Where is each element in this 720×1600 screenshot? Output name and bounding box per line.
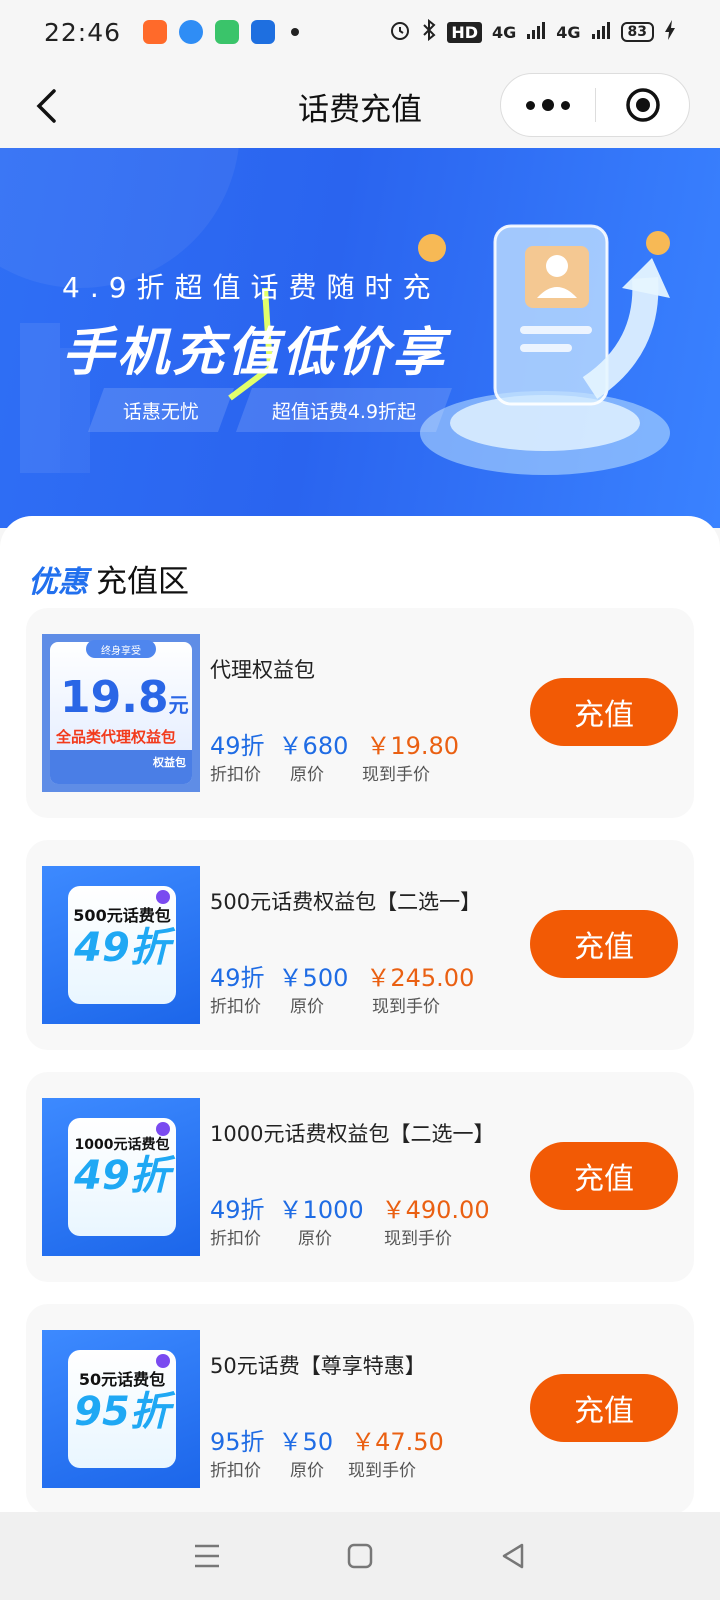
network-label: 4G <box>556 22 581 42</box>
status-time: 22:46 <box>44 17 122 47</box>
battery-level: 83 <box>620 22 654 42</box>
close-mini-program-button[interactable] <box>596 74 689 136</box>
original-price: ￥680 <box>278 732 349 760</box>
home-button[interactable] <box>340 1536 380 1576</box>
banner-tag: 超值话费4.9折起 <box>235 388 453 432</box>
price-row: 49折 ￥680 ￥19.80 <box>210 726 459 761</box>
final-price: ￥490.00 <box>381 1196 490 1224</box>
price-row: 95折 ￥50 ￥47.50 <box>210 1422 444 1457</box>
original-price: ￥500 <box>278 964 349 992</box>
system-back-button[interactable] <box>493 1536 533 1576</box>
notification-app-icon <box>143 20 168 44</box>
banner-tag: 话惠无忧 <box>87 388 235 432</box>
bluetooth-icon <box>421 18 437 45</box>
original-price: ￥1000 <box>278 1196 364 1224</box>
navigation-bar: 话费充值 <box>0 64 720 148</box>
status-bar: 22:46 HD 4G 4G 83 <box>0 0 720 64</box>
verified-badge-icon <box>156 1122 170 1136</box>
signal-icon <box>526 20 546 44</box>
verified-badge-icon <box>156 890 170 904</box>
verified-badge-icon <box>156 1354 170 1368</box>
recharge-button[interactable]: 充值 <box>530 1374 678 1442</box>
notification-app-icon <box>215 20 240 44</box>
discount-rate: 49折 <box>210 732 265 760</box>
more-notifications-dot-icon <box>291 28 300 36</box>
page-title: 话费充值 <box>298 91 422 128</box>
price-row: 49折 ￥1000 ￥490.00 <box>210 1190 490 1225</box>
original-price: ￥50 <box>278 1428 334 1456</box>
product-thumbnail: 500元话费包 49折 <box>42 866 200 1024</box>
product-thumbnail: 终身享受 19.8元 全品类代理权益包 权益包 <box>42 634 200 792</box>
recharge-section: 优惠 充值区 终身享受 19.8元 全品类代理权益包 权益包 代理权益包 49折… <box>0 516 720 1516</box>
promo-banner[interactable]: 4.9折超值话费随时充 手机充值低价享 话惠无忧 超值话费4.9折起 <box>0 148 720 528</box>
signal-icon <box>591 20 611 44</box>
price-row: 49折 ￥500 ￥245.00 <box>210 958 474 993</box>
discount-rate: 49折 <box>210 1196 265 1224</box>
recharge-button[interactable]: 充值 <box>530 910 678 978</box>
section-title: 优惠 充值区 <box>28 556 189 601</box>
product-name: 50元话费【尊享特惠】 <box>210 1354 426 1378</box>
final-price: ￥19.80 <box>366 732 460 760</box>
home-square-icon <box>347 1543 373 1569</box>
discount-rate: 49折 <box>210 964 265 992</box>
back-button[interactable] <box>26 86 66 126</box>
product-card[interactable]: 1000元话费包 49折 1000元话费权益包【二选一】 49折 ￥1000 ￥… <box>26 1072 694 1282</box>
hd-badge: HD <box>447 21 482 43</box>
menu-button[interactable] <box>187 1536 227 1576</box>
mini-program-capsule <box>500 73 690 137</box>
more-menu-button[interactable] <box>501 74 595 136</box>
system-navigation-bar <box>0 1512 720 1600</box>
charging-icon <box>664 19 676 45</box>
product-thumbnail: 1000元话费包 49折 <box>42 1098 200 1256</box>
recharge-button[interactable]: 充值 <box>530 1142 678 1210</box>
product-name: 500元话费权益包【二选一】 <box>210 890 482 914</box>
product-name: 代理权益包 <box>210 658 315 682</box>
final-price: ￥47.50 <box>351 1428 444 1456</box>
product-card[interactable]: 50元话费包 95折 50元话费【尊享特惠】 95折 ￥50 ￥47.50 折扣… <box>26 1304 694 1514</box>
final-price: ￥245.00 <box>366 964 475 992</box>
alarm-icon <box>389 19 411 45</box>
notification-app-icon <box>251 20 276 44</box>
recharge-button[interactable]: 充值 <box>530 678 678 746</box>
section-heading: 充值区 <box>96 564 189 600</box>
banner-headline: 手机充值低价享 <box>62 323 448 383</box>
product-name: 1000元话费权益包【二选一】 <box>210 1122 495 1146</box>
banner-subtitle: 4.9折超值话费随时充 <box>62 271 441 304</box>
notification-app-icon <box>179 20 204 44</box>
menu-icon <box>194 1544 219 1568</box>
more-dots-icon <box>526 100 535 110</box>
discount-rate: 95折 <box>210 1428 265 1456</box>
section-accent: 优惠 <box>28 565 88 600</box>
network-label: 4G <box>491 22 517 42</box>
back-arrow-icon <box>36 89 56 123</box>
product-thumbnail: 50元话费包 95折 <box>42 1330 200 1488</box>
product-card[interactable]: 500元话费包 49折 500元话费权益包【二选一】 49折 ￥500 ￥245… <box>26 840 694 1050</box>
back-triangle-icon <box>503 1543 524 1569</box>
status-indicators: HD 4G 4G 83 <box>389 18 676 45</box>
target-close-icon <box>625 88 660 122</box>
product-card[interactable]: 终身享受 19.8元 全品类代理权益包 权益包 代理权益包 49折 ￥680 ￥… <box>26 608 694 818</box>
